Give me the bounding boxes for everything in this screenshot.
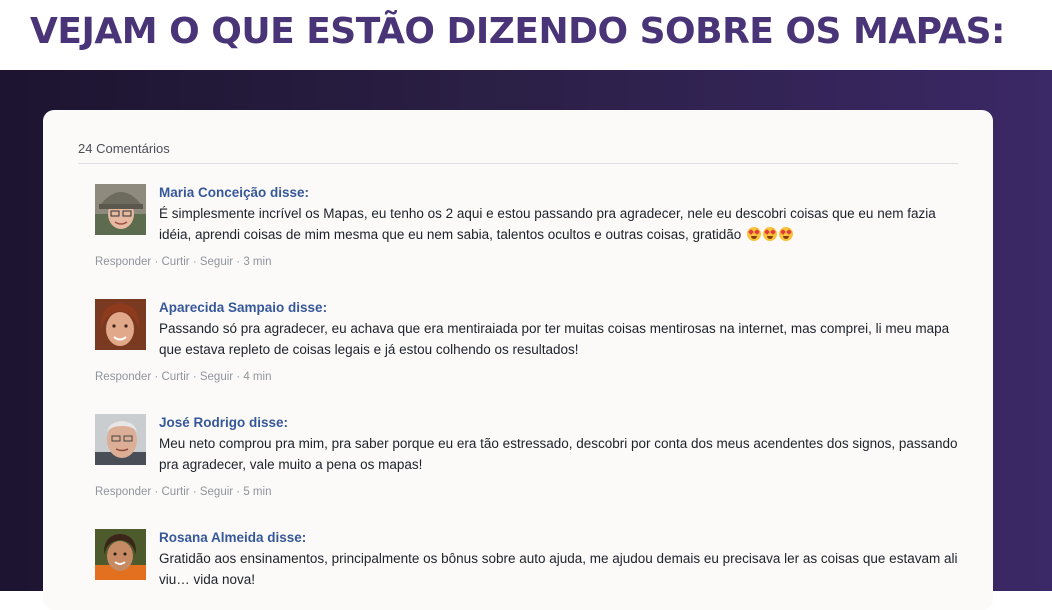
reply-link[interactable]: Responder [95,371,151,383]
heart-eyes-emoji [763,227,778,241]
reply-link[interactable]: Responder [95,256,151,268]
comment-actions: Responder · Curtir · Seguir · 5 min [95,486,272,498]
comment-author[interactable]: Maria Conceição disse: [159,184,959,202]
comment-text-content: É simplesmente incrível os Mapas, eu ten… [159,206,936,242]
avatar[interactable] [95,184,146,235]
heart-eyes-emoji [779,227,794,241]
like-link[interactable]: Curtir [162,486,190,498]
comments-card: 24 Comentários Maria Conceição disse: É … [43,110,993,610]
divider [78,163,958,164]
heart-eyes-emoji [747,227,762,241]
comment-author[interactable]: José Rodrigo disse: [159,414,959,432]
comment-text: É simplesmente incrível os Mapas, eu ten… [159,203,959,245]
follow-link[interactable]: Seguir [200,256,233,268]
comment-author[interactable]: Aparecida Sampaio disse: [159,299,959,317]
comment-actions: Responder · Curtir · Seguir · 3 min [95,256,272,268]
comments-count: 24 Comentários [78,141,170,156]
avatar[interactable] [95,414,146,465]
follow-link[interactable]: Seguir [200,371,233,383]
comment-author[interactable]: Rosana Almeida disse: [159,529,959,547]
comment-actions: Responder · Curtir · Seguir · 4 min [95,371,272,383]
comment-time: 5 min [243,486,272,498]
follow-link[interactable]: Seguir [200,486,233,498]
avatar[interactable] [95,299,146,350]
top-banner: VEJAM O QUE ESTÃO DIZENDO SOBRE OS MAPAS… [0,0,1052,70]
comment-time: 4 min [243,371,272,383]
comment-text: Meu neto comprou pra mim, pra saber porq… [159,436,958,472]
like-link[interactable]: Curtir [162,371,190,383]
page-headline: VEJAM O QUE ESTÃO DIZENDO SOBRE OS MAPAS… [30,11,1005,52]
comment-text: Passando só pra agradecer, eu achava que… [159,321,950,357]
comment-time: 3 min [243,256,272,268]
reply-link[interactable]: Responder [95,486,151,498]
avatar[interactable] [95,529,146,580]
like-link[interactable]: Curtir [162,256,190,268]
comment-text: Gratidão aos ensinamentos, principalment… [159,551,958,587]
